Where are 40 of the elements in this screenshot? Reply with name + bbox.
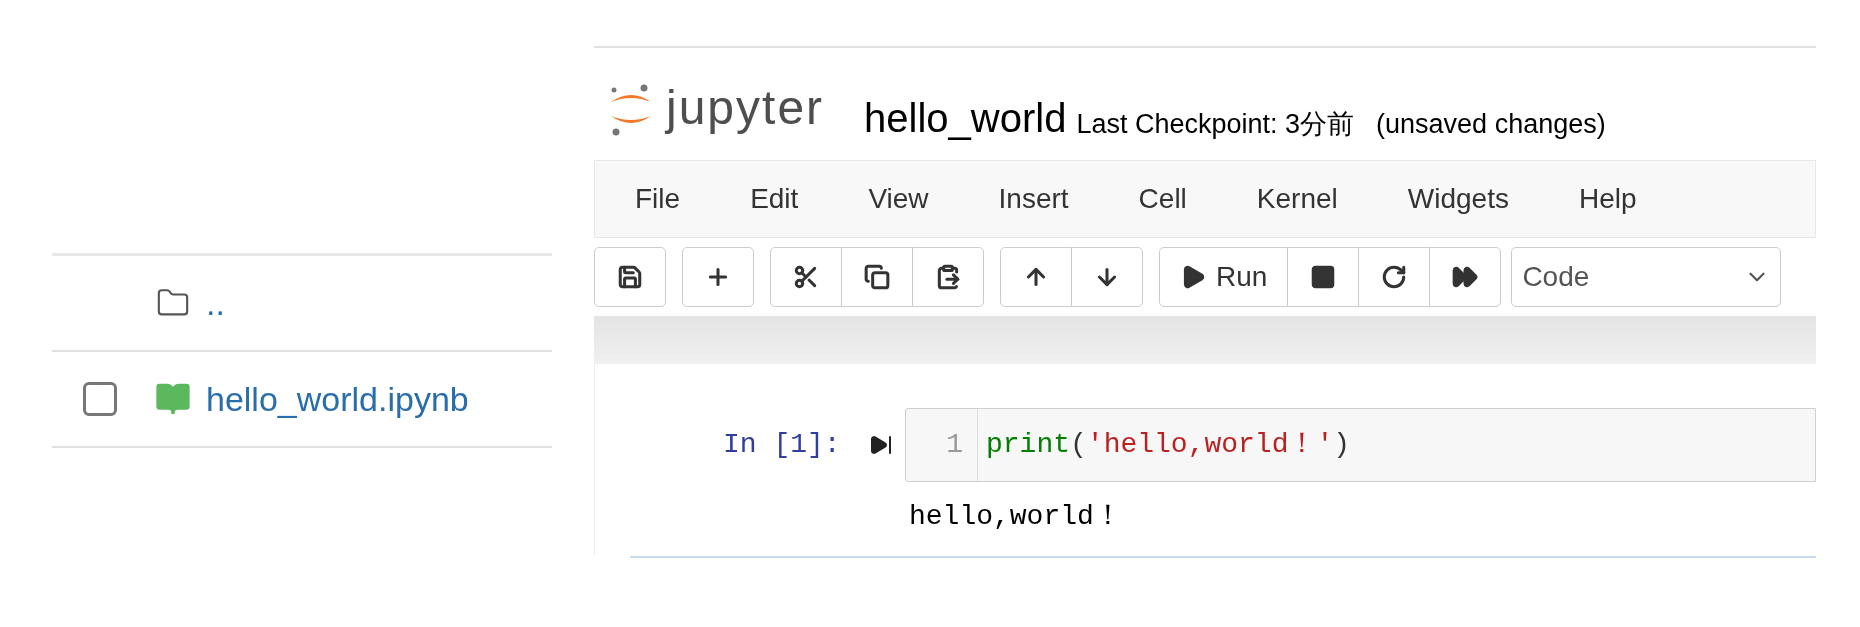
move-down-button[interactable] (1071, 247, 1143, 307)
menu-item[interactable]: Insert (998, 178, 1069, 220)
restart-button[interactable] (1358, 247, 1431, 307)
paste-icon (935, 264, 961, 290)
stop-icon (1310, 264, 1337, 290)
run-button[interactable]: Run (1159, 247, 1289, 307)
paste-button[interactable] (912, 247, 984, 307)
menu-item[interactable]: File (635, 178, 681, 220)
menu-item[interactable]: Kernel (1256, 178, 1338, 220)
cell-type-select[interactable]: Code (1511, 247, 1782, 307)
menu-item[interactable]: Help (1578, 178, 1637, 220)
restart-icon (1381, 264, 1408, 290)
run-all-button[interactable] (1429, 247, 1502, 307)
menu-item[interactable]: View (868, 178, 929, 220)
menu-item[interactable]: Edit (750, 178, 799, 220)
code-editor[interactable]: 1 print('hello,world！') (905, 408, 1816, 482)
save-button[interactable] (594, 247, 666, 307)
cell-output: hello,world！ (909, 501, 1122, 532)
interrupt-button[interactable] (1287, 247, 1360, 307)
code-line: print('hello,world！') (986, 428, 1351, 462)
cut-button[interactable] (770, 247, 842, 307)
notebook-title[interactable]: hello_world (864, 98, 1067, 138)
copy-icon (864, 264, 890, 290)
menu-item[interactable]: Widgets (1407, 178, 1509, 220)
line-number: 1 (906, 409, 978, 481)
unsaved-status: (unsaved changes) (1376, 111, 1606, 138)
file-link[interactable]: hello_world.ipynb (206, 373, 469, 425)
insert-cell-button[interactable] (682, 247, 754, 307)
scissors-icon (793, 264, 819, 290)
copy-button[interactable] (841, 247, 913, 307)
checkpoint-text: Last Checkpoint: 3分前 (1076, 111, 1355, 138)
input-prompt: In [1]: (723, 428, 842, 462)
notebook-icon (154, 381, 192, 417)
save-icon (617, 264, 643, 290)
menu-item[interactable]: Cell (1138, 178, 1187, 220)
move-up-button[interactable] (1000, 247, 1072, 307)
jupyter-wordmark: jupyter (666, 84, 825, 132)
fast-forward-icon (1452, 264, 1479, 290)
checkbox[interactable] (83, 382, 117, 416)
file-link[interactable]: .. (206, 277, 225, 329)
